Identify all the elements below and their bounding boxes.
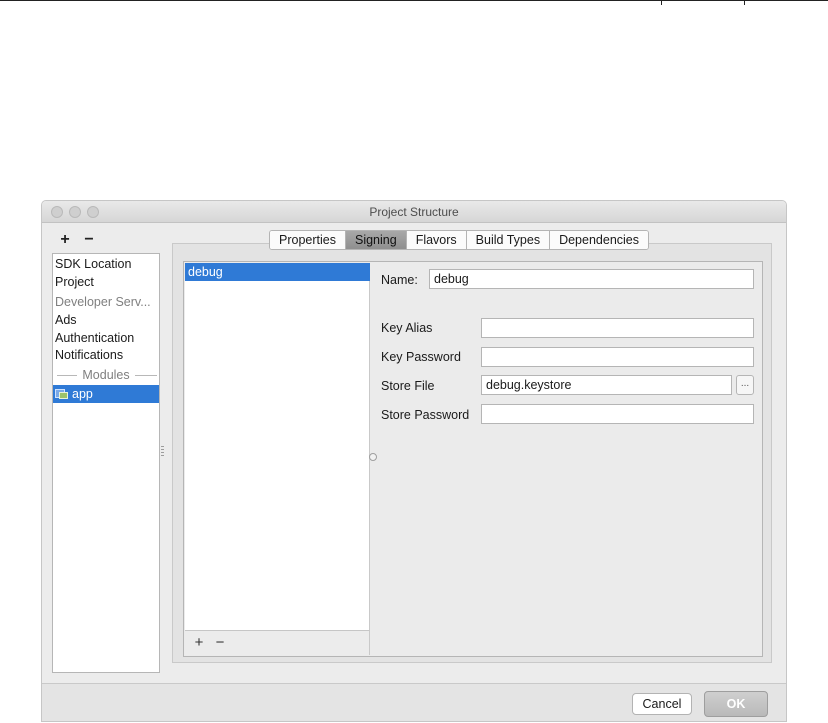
window-title: Project Structure <box>369 205 459 219</box>
sidebar-item-notifications[interactable]: Notifications <box>53 346 159 364</box>
sidebar-item-sdk-location[interactable]: SDK Location <box>53 255 159 273</box>
sidebar-item-module-app[interactable]: app <box>53 385 159 403</box>
key-alias-field[interactable] <box>481 318 754 338</box>
tab-build-types[interactable]: Build Types <box>466 231 551 249</box>
tab-flavors[interactable]: Flavors <box>406 231 467 249</box>
project-settings-list: SDK Location Project Developer Serv... A… <box>52 253 160 673</box>
tab-properties[interactable]: Properties <box>270 231 346 249</box>
top-rule <box>0 0 828 5</box>
modules-section-label: Modules <box>82 368 130 382</box>
tab-signing[interactable]: Signing <box>345 231 407 249</box>
left-splitter-handle[interactable] <box>161 446 164 460</box>
signing-config-debug[interactable]: debug <box>185 263 370 281</box>
signing-config-form: Name: Key Alias Key Password Store File … <box>377 263 762 655</box>
rule-tick <box>661 1 662 5</box>
sidebar-item-authentication[interactable]: Authentication <box>53 329 159 347</box>
module-tabs: Properties Signing Flavors Build Types D… <box>269 230 649 250</box>
key-password-field[interactable] <box>481 347 754 367</box>
store-password-label: Store Password <box>381 408 470 422</box>
left-panel-toolbar: + − <box>54 231 174 251</box>
module-label: app <box>72 387 93 401</box>
add-item-button[interactable]: + <box>56 231 74 249</box>
tab-dependencies[interactable]: Dependencies <box>550 231 648 249</box>
title-bar: Project Structure <box>42 201 786 223</box>
name-label: Name: <box>381 273 418 287</box>
remove-item-button[interactable]: − <box>80 231 98 249</box>
sidebar-item-ads[interactable]: Ads <box>53 311 159 329</box>
add-signing-config-button[interactable]: + <box>191 634 207 652</box>
store-file-field[interactable] <box>481 375 732 395</box>
modules-separator: Modules <box>53 368 159 382</box>
dialog-button-bar: Cancel OK <box>42 683 786 721</box>
name-field[interactable] <box>429 269 754 289</box>
signing-config-toolbar: + − <box>185 630 370 655</box>
key-password-label: Key Password <box>381 350 461 364</box>
browse-store-file-button[interactable]: ... <box>736 375 754 395</box>
key-alias-label: Key Alias <box>381 321 433 335</box>
module-folder-icon <box>55 388 68 399</box>
cancel-button[interactable]: Cancel <box>632 693 692 715</box>
ok-button[interactable]: OK <box>704 691 768 717</box>
store-password-field[interactable] <box>481 404 754 424</box>
project-structure-window: Project Structure + − SDK Location Proje… <box>41 200 787 722</box>
store-file-label: Store File <box>381 379 435 393</box>
sidebar-header-developer-services: Developer Serv... <box>55 295 151 309</box>
list-splitter-handle[interactable] <box>369 453 377 461</box>
sidebar-item-project[interactable]: Project <box>53 273 159 291</box>
signing-config-list: debug <box>185 263 370 630</box>
rule-tick <box>744 1 745 5</box>
remove-signing-config-button[interactable]: − <box>212 634 228 652</box>
